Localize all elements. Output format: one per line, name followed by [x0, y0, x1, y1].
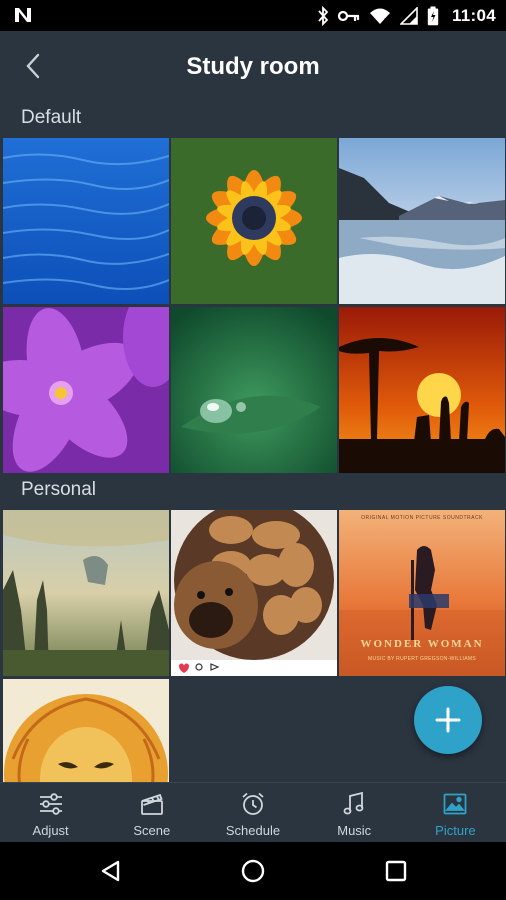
nav-item-scene[interactable]: Scene	[101, 783, 202, 842]
image-icon	[444, 793, 467, 815]
image-tile-sunset-savanna[interactable]	[339, 307, 505, 473]
plus-icon	[435, 707, 461, 733]
triangle-back-icon	[101, 860, 120, 882]
music-note-icon	[343, 791, 364, 815]
nav-item-schedule[interactable]: Schedule	[202, 783, 303, 842]
status-bar: ! 11:04	[0, 0, 506, 31]
album-credit-text: MUSIC BY RUPERT GREGSON-WILLIAMS	[368, 656, 476, 662]
section-label-personal: Personal	[21, 479, 96, 500]
image-tile-puppies-photo[interactable]	[171, 510, 337, 676]
bluetooth-icon	[318, 5, 329, 26]
lion-drawing-image	[3, 679, 169, 782]
image-tile-ocean-water[interactable]	[3, 138, 169, 304]
image-tile-lion-drawing[interactable]	[3, 679, 169, 782]
system-recents-button[interactable]	[381, 856, 411, 886]
nav-item-picture[interactable]: Picture	[405, 783, 506, 842]
cellular-icon	[399, 6, 418, 25]
section-label-default: Default	[21, 107, 82, 128]
image-tile-purple-flower[interactable]	[3, 307, 169, 473]
water-drop-image	[171, 307, 337, 473]
system-navigation-bar	[0, 842, 506, 900]
image-tile-wonder-woman-album[interactable]: ORIGINAL MOTION PICTURE SOUNDTRACK WONDE…	[339, 510, 505, 676]
default-image-grid	[3, 138, 505, 473]
orange-flower-image	[171, 138, 337, 304]
page-title: Study room	[186, 53, 320, 80]
alarm-clock-icon	[242, 792, 264, 815]
battery-icon	[427, 6, 439, 25]
nav-label-picture: Picture	[435, 823, 476, 838]
image-tile-water-drop-leaf[interactable]	[171, 307, 337, 473]
nav-label-scene: Scene	[133, 823, 171, 838]
status-time: 11:04	[451, 5, 496, 25]
system-home-button[interactable]	[238, 856, 268, 886]
mountain-lake-image	[339, 138, 505, 304]
clapperboard-icon	[140, 793, 163, 815]
picture-content: Default Personal ORIGINAL MOTION PICTURE…	[0, 101, 506, 782]
sunset-image	[339, 307, 505, 473]
nav-item-music[interactable]: Music	[304, 783, 405, 842]
album-top-text: ORIGINAL MOTION PICTURE SOUNDTRACK	[361, 515, 483, 521]
app-bar: Study room	[0, 31, 506, 101]
bottom-navigation: Adjust Scene Schedule Music Picture	[0, 782, 506, 842]
image-tile-fantasy-landscape[interactable]	[3, 510, 169, 676]
circle-home-icon	[241, 859, 265, 883]
puppies-image	[171, 510, 337, 676]
square-recents-icon	[385, 860, 407, 882]
add-picture-button[interactable]	[414, 686, 482, 754]
purple-flower-image	[3, 307, 169, 473]
image-tile-mountain-lake[interactable]	[339, 138, 505, 304]
nav-label-adjust: Adjust	[32, 823, 69, 838]
album-title-text: WONDER WOMAN	[360, 638, 484, 650]
vpn-key-icon	[337, 10, 360, 21]
nav-item-adjust[interactable]: Adjust	[0, 783, 101, 842]
image-tile-orange-flower[interactable]	[171, 138, 337, 304]
ocean-image	[3, 138, 169, 304]
nav-label-music: Music	[337, 823, 372, 838]
fantasy-landscape-image	[3, 510, 169, 676]
notification-n-icon	[15, 8, 31, 22]
nav-label-schedule: Schedule	[225, 823, 281, 838]
svg-text:!: !	[384, 17, 387, 25]
wonder-woman-image	[339, 510, 505, 676]
sliders-icon	[39, 793, 62, 815]
system-back-button[interactable]	[96, 856, 126, 886]
wifi-icon: !	[369, 8, 390, 25]
